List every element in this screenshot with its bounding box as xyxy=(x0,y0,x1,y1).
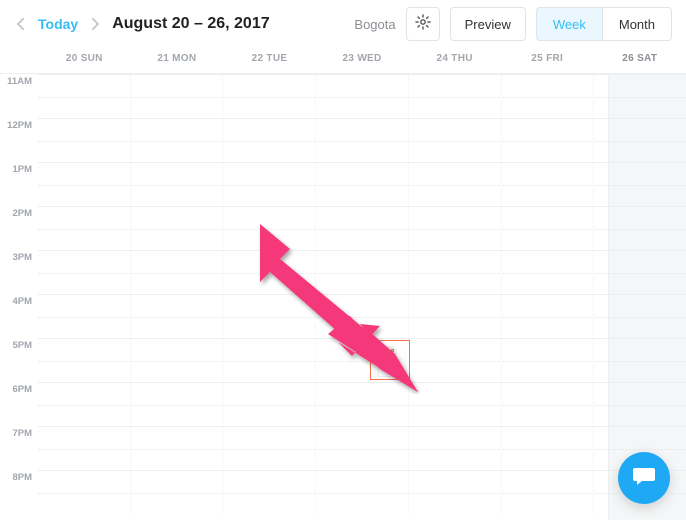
time-label: 4PM xyxy=(0,294,38,338)
date-range-label: August 20 – 26, 2017 xyxy=(112,15,269,33)
chat-launcher-button[interactable] xyxy=(618,452,670,504)
today-link[interactable]: Today xyxy=(28,16,88,32)
avatar xyxy=(373,343,407,377)
timezone-label: Bogota xyxy=(354,17,395,32)
gear-icon xyxy=(415,14,431,35)
time-label: 7PM xyxy=(0,426,38,470)
time-label: 11AM xyxy=(0,74,38,118)
time-axis: 11AM 12PM 1PM 2PM 3PM 4PM 5PM 6PM 7PM 8P… xyxy=(0,74,38,514)
day-header-row: 20 SUN 21 MON 22 TUE 23 WED 24 THU 25 FR… xyxy=(0,44,686,74)
time-label: 1PM xyxy=(0,162,38,206)
calendar-event[interactable] xyxy=(370,340,410,380)
time-label: 2PM xyxy=(0,206,38,250)
day-header: 20 SUN xyxy=(38,53,131,64)
chat-icon xyxy=(631,463,657,494)
day-header: 22 TUE xyxy=(223,53,316,64)
day-header: 26 SAT xyxy=(593,53,686,64)
calendar-toolbar: Today August 20 – 26, 2017 Bogota Previe… xyxy=(0,0,686,44)
day-header: 21 MON xyxy=(131,53,224,64)
time-label: 5PM xyxy=(0,338,38,382)
time-label: 12PM xyxy=(0,118,38,162)
day-header: 24 THU xyxy=(408,53,501,64)
view-toggle: Week Month xyxy=(536,7,672,41)
preview-button[interactable]: Preview xyxy=(450,7,526,41)
prev-week-button[interactable] xyxy=(14,12,28,36)
calendar-grid[interactable]: 11AM 12PM 1PM 2PM 3PM 4PM 5PM 6PM 7PM 8P… xyxy=(0,74,686,520)
time-label: 6PM xyxy=(0,382,38,426)
time-label: 8PM xyxy=(0,470,38,514)
next-week-button[interactable] xyxy=(88,12,102,36)
time-label: 3PM xyxy=(0,250,38,294)
view-week-button[interactable]: Week xyxy=(536,7,602,41)
day-header: 23 WED xyxy=(316,53,409,64)
view-month-button[interactable]: Month xyxy=(602,7,672,41)
grid-body xyxy=(38,74,686,514)
settings-button[interactable] xyxy=(406,7,440,41)
day-header: 25 FRI xyxy=(501,53,594,64)
